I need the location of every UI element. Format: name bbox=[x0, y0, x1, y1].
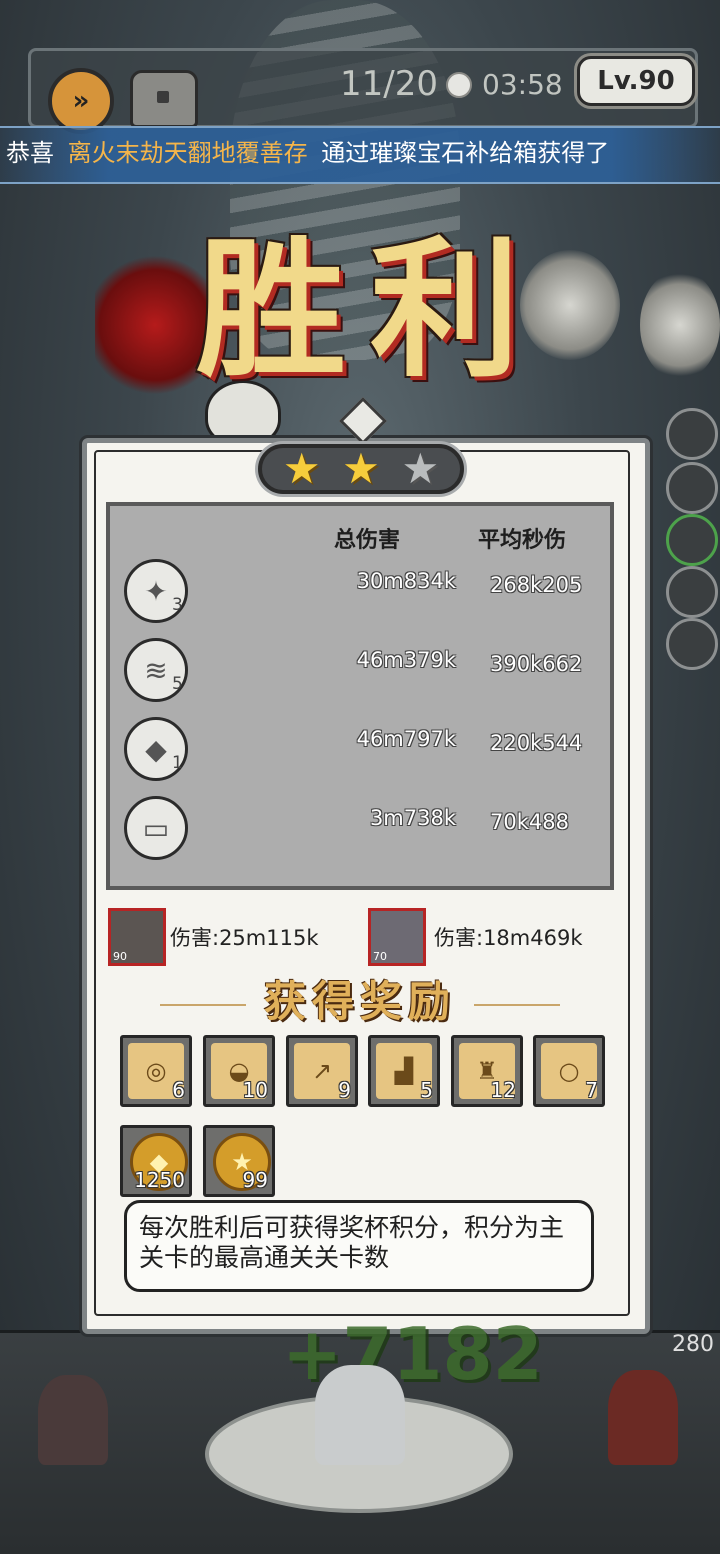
skill-average-dps: 220k544 bbox=[490, 731, 583, 755]
damage-stats-table: 总伤害 平均秒伤 ✦ 3 30m834k 268k205 ≋ 5 46m379k… bbox=[106, 502, 614, 890]
reward-item[interactable]: ◒ 10 bbox=[203, 1035, 275, 1107]
hero-character bbox=[608, 1370, 678, 1465]
skill-total-damage: 3m738k bbox=[369, 806, 456, 830]
victory-title: 胜利 bbox=[195, 222, 544, 398]
reward-item[interactable]: ★ 99 bbox=[203, 1125, 275, 1197]
level-badge[interactable]: Lv.90 bbox=[577, 56, 695, 106]
reward-item[interactable]: ▟ 5 bbox=[368, 1035, 440, 1107]
fast-forward-icon[interactable]: » bbox=[48, 68, 114, 134]
skill-slot-button[interactable] bbox=[666, 462, 718, 514]
clock-icon bbox=[446, 72, 472, 98]
banner-player-name: 离火末劫天翻地覆善存 bbox=[67, 139, 308, 167]
side-counter: 280 bbox=[672, 1332, 714, 1357]
item-count: 7 bbox=[585, 1078, 598, 1102]
item-count: 1250 bbox=[134, 1168, 185, 1192]
divider-line bbox=[160, 1004, 246, 1006]
star-icon-empty: ★ bbox=[401, 444, 440, 493]
skill-average-dps: 390k662 bbox=[490, 652, 583, 676]
skill-total-damage: 46m797k bbox=[356, 727, 456, 751]
skill-total-damage: 46m379k bbox=[356, 648, 456, 672]
reward-item[interactable]: ◎ 6 bbox=[120, 1035, 192, 1107]
wave-counter: 11/20 bbox=[340, 64, 438, 104]
skill-level: 3 bbox=[172, 595, 183, 615]
skill-total-damage: 30m834k bbox=[356, 569, 456, 593]
item-count: 10 bbox=[242, 1078, 268, 1102]
skill-slot-button[interactable] bbox=[666, 408, 718, 460]
skill-level: 5 bbox=[172, 674, 183, 694]
hero-portrait[interactable]: 70 bbox=[368, 908, 426, 966]
frost-spikes-icon: ▭ bbox=[124, 796, 188, 860]
battle-timer: 03:58 bbox=[482, 68, 563, 101]
reward-item[interactable]: ○ 7 bbox=[533, 1035, 605, 1107]
item-count: 6 bbox=[172, 1078, 185, 1102]
skill-stat-row: ◆ 1 46m797k 220k544 bbox=[110, 717, 610, 787]
banner-message: 通过璀璨宝石补给箱获得了 bbox=[321, 139, 610, 167]
item-count: 99 bbox=[242, 1168, 268, 1192]
tip-box: 每次胜利后可获得奖杯积分，积分为主关卡的最高通关关卡数 bbox=[124, 1200, 594, 1292]
reward-item[interactable]: ◆ 1250 bbox=[120, 1125, 192, 1197]
item-count: 12 bbox=[490, 1078, 516, 1102]
item-count: 5 bbox=[420, 1078, 433, 1102]
skill-stat-row: ≋ 5 46m379k 390k662 bbox=[110, 638, 610, 708]
hero-level: 70 bbox=[373, 950, 387, 963]
star-icon-filled: ★ bbox=[342, 444, 380, 493]
skill-stat-row: ✦ 3 30m834k 268k205 bbox=[110, 559, 610, 629]
star-rating: ★ ★ ★ bbox=[258, 444, 464, 494]
banner-prefix: 恭喜 bbox=[6, 139, 54, 167]
hero-portrait[interactable]: 90 bbox=[108, 908, 166, 966]
skill-slot-button[interactable] bbox=[666, 618, 718, 670]
skill-slot-button[interactable] bbox=[666, 514, 718, 566]
skill-level: 1 bbox=[172, 753, 183, 773]
reward-item[interactable]: ♜ 12 bbox=[451, 1035, 523, 1107]
hero-level: 90 bbox=[113, 950, 127, 963]
column-header-total-damage: 总伤害 bbox=[334, 527, 401, 553]
rewards-title: 获得奖励 bbox=[263, 977, 456, 1026]
divider-line bbox=[474, 1004, 560, 1006]
treasure-chest-icon[interactable] bbox=[130, 70, 198, 128]
star-icon-filled: ★ bbox=[282, 444, 321, 493]
hero-damage: 伤害:25m115k bbox=[170, 926, 319, 950]
skill-average-dps: 268k205 bbox=[490, 573, 583, 597]
hero-character bbox=[315, 1365, 405, 1465]
spider-enemy bbox=[640, 270, 720, 380]
skill-slot-button[interactable] bbox=[666, 566, 718, 618]
skill-average-dps: 70k488 bbox=[490, 810, 569, 834]
column-header-average-dps: 平均秒伤 bbox=[478, 527, 567, 553]
reward-item[interactable]: ↗ 9 bbox=[286, 1035, 358, 1107]
announcement-banner: 恭喜 离火末劫天翻地覆善存 通过璀璨宝石补给箱获得了 bbox=[0, 126, 720, 184]
skill-stat-row: ▭ 3m738k 70k488 bbox=[110, 796, 610, 866]
hero-damage: 伤害:18m469k bbox=[434, 926, 583, 950]
item-count: 9 bbox=[338, 1078, 351, 1102]
hero-character bbox=[38, 1375, 108, 1465]
